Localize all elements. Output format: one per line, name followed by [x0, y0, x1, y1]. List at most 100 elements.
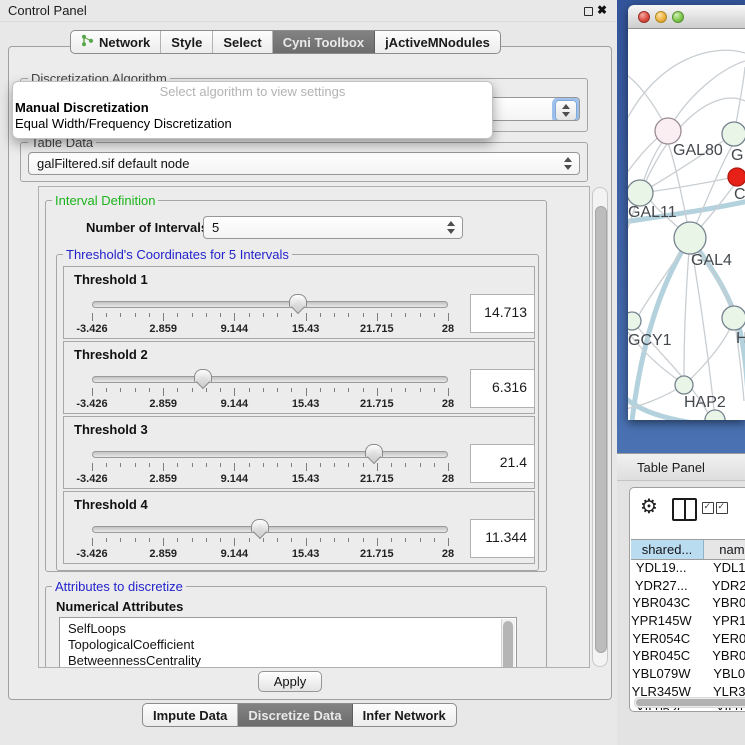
network-icon	[81, 34, 94, 50]
algorithm-option-manual-discretization[interactable]: Manual Discretization	[13, 100, 492, 116]
tab-jactivemnodules[interactable]: jActiveMNodules	[375, 31, 500, 53]
tick-mark	[320, 388, 321, 392]
tab-network[interactable]: Network	[71, 31, 161, 53]
network-node-hap2[interactable]	[675, 376, 693, 394]
zoom-traffic-light-icon[interactable]	[672, 11, 684, 23]
slider-thumb-icon[interactable]	[194, 369, 212, 382]
tab-select[interactable]: Select	[213, 31, 272, 53]
attribute-item-selfloops[interactable]: SelfLoops	[60, 621, 516, 637]
table-cell: YBL079W	[631, 665, 691, 683]
slider-track[interactable]	[92, 451, 448, 458]
table-hscrollbar-thumb[interactable]	[636, 699, 745, 706]
tick-mark	[220, 463, 221, 467]
threshold-slider[interactable]: -3.4262.8599.14415.4321.71528	[92, 369, 448, 413]
algorithm-dropdown-popup: Select algorithm to view settings Manual…	[12, 81, 493, 139]
tab-label: jActiveMNodules	[385, 35, 490, 50]
node-label: GAL80	[673, 142, 723, 159]
tick-mark	[177, 388, 178, 392]
threshold-value-field[interactable]: 11.344	[470, 519, 535, 558]
network-node[interactable]	[705, 410, 725, 420]
apply-button[interactable]: Apply	[258, 671, 322, 692]
table-header-row: shared...name	[631, 539, 745, 560]
network-node-g[interactable]	[722, 122, 745, 146]
tick-mark	[163, 463, 164, 471]
tick-mark	[106, 463, 107, 467]
tab-style[interactable]: Style	[161, 31, 213, 53]
minimize-traffic-light-icon[interactable]	[655, 11, 667, 23]
column-header-name[interactable]: name	[704, 540, 745, 559]
table-cell: YER0	[691, 630, 745, 648]
tab-cyni-toolbox[interactable]: Cyni Toolbox	[273, 31, 375, 53]
checkbox-icon[interactable]	[702, 502, 714, 514]
threshold-value-field[interactable]: 6.316	[470, 369, 535, 408]
algorithm-popup-options: Manual DiscretizationEqual Width/Frequen…	[13, 100, 492, 132]
down-arrow-icon	[562, 112, 570, 117]
combobox-stepper-icon[interactable]	[555, 100, 577, 121]
list-scrollbar-thumb[interactable]	[503, 621, 513, 668]
attribute-item-topologicalcoefficient[interactable]: TopologicalCoefficient	[60, 637, 516, 653]
main-scrollbar-thumb[interactable]	[595, 206, 607, 653]
table-horizontal-scrollbar[interactable]	[634, 697, 745, 708]
tick-mark	[363, 538, 364, 542]
network-window-titlebar[interactable]	[628, 5, 745, 29]
slider-thumb-icon[interactable]	[365, 444, 383, 457]
tick-mark	[377, 313, 378, 321]
table-row[interactable]: YPR145WYPR1	[631, 612, 745, 630]
float-window-icon[interactable]	[584, 7, 593, 16]
table-row[interactable]: YBL079WYBL0	[631, 665, 745, 683]
number-of-intervals-combobox[interactable]: 5	[203, 216, 463, 239]
threshold-value-field[interactable]: 21.4	[470, 444, 535, 483]
up-arrow-icon	[562, 104, 570, 109]
tick-mark	[92, 313, 93, 321]
numerical-attributes-label: Numerical Attributes	[56, 599, 183, 614]
slider-ticks	[92, 538, 448, 547]
tick-mark	[206, 313, 207, 317]
table-row[interactable]: YDR27...YDR2	[631, 577, 745, 595]
algorithm-option-equal-width-frequency-discretization[interactable]: Equal Width/Frequency Discretization	[13, 116, 492, 132]
attribute-item-betweennesscentrality[interactable]: BetweennessCentrality	[60, 653, 516, 668]
slider-ticks	[92, 388, 448, 397]
up-arrow-icon	[564, 157, 572, 162]
slider-track[interactable]	[92, 301, 448, 308]
network-node-gal4[interactable]	[674, 222, 706, 254]
tick-mark	[405, 463, 406, 467]
tab-infer-network[interactable]: Infer Network	[353, 704, 456, 726]
slider-track[interactable]	[92, 526, 448, 533]
threshold-slider[interactable]: -3.4262.8599.14415.4321.71528	[92, 444, 448, 488]
tab-impute-data[interactable]: Impute Data	[143, 704, 238, 726]
table-row[interactable]: YDL19...YDL1	[631, 559, 745, 577]
network-node-gcy1[interactable]	[628, 312, 641, 330]
tick-mark	[377, 538, 378, 546]
gear-icon[interactable]: ⚙	[640, 494, 658, 519]
table-row[interactable]: YER054CYER0	[631, 630, 745, 648]
main-scrollbar[interactable]	[592, 187, 608, 667]
network-node-gal80[interactable]	[655, 118, 681, 144]
table-row[interactable]: YBR043CYBR0	[631, 594, 745, 612]
popup-hint: Select algorithm to view settings	[13, 84, 492, 100]
close-icon[interactable]: ✖	[597, 3, 607, 17]
tab-discretize-data[interactable]: Discretize Data	[238, 704, 352, 726]
tick-mark	[334, 388, 335, 392]
column-header-shared[interactable]: shared...	[631, 540, 704, 559]
network-canvas[interactable]: GAL80GCGAL11GAL4GCY1HHAP2	[628, 29, 745, 420]
network-node-c[interactable]	[728, 168, 745, 186]
slider-thumb-icon[interactable]	[251, 519, 269, 532]
table-row[interactable]: YBR045CYBR0	[631, 647, 745, 665]
threshold-row-4: Threshold 4-3.4262.8599.14415.4321.71528…	[63, 491, 535, 564]
tick-mark	[106, 313, 107, 317]
close-traffic-light-icon[interactable]	[638, 11, 650, 23]
threshold-slider[interactable]: -3.4262.8599.14415.4321.71528	[92, 519, 448, 563]
list-scrollbar[interactable]	[501, 619, 515, 668]
threshold-value-field[interactable]: 14.713	[470, 294, 535, 333]
network-node-gal11[interactable]	[628, 180, 653, 206]
slider-track[interactable]	[92, 376, 448, 383]
network-node-h[interactable]	[722, 306, 745, 330]
checkbox-icon[interactable]	[716, 502, 728, 514]
threshold-slider[interactable]: -3.4262.8599.14415.4321.71528	[92, 294, 448, 338]
slider-thumb-icon[interactable]	[289, 294, 307, 307]
number-of-intervals-label: Number of Intervals	[86, 220, 208, 235]
tick-mark	[149, 313, 150, 317]
split-columns-icon[interactable]	[672, 498, 697, 521]
table-data-combobox[interactable]: galFiltered.sif default node	[28, 152, 580, 175]
down-arrow-icon	[447, 229, 455, 234]
